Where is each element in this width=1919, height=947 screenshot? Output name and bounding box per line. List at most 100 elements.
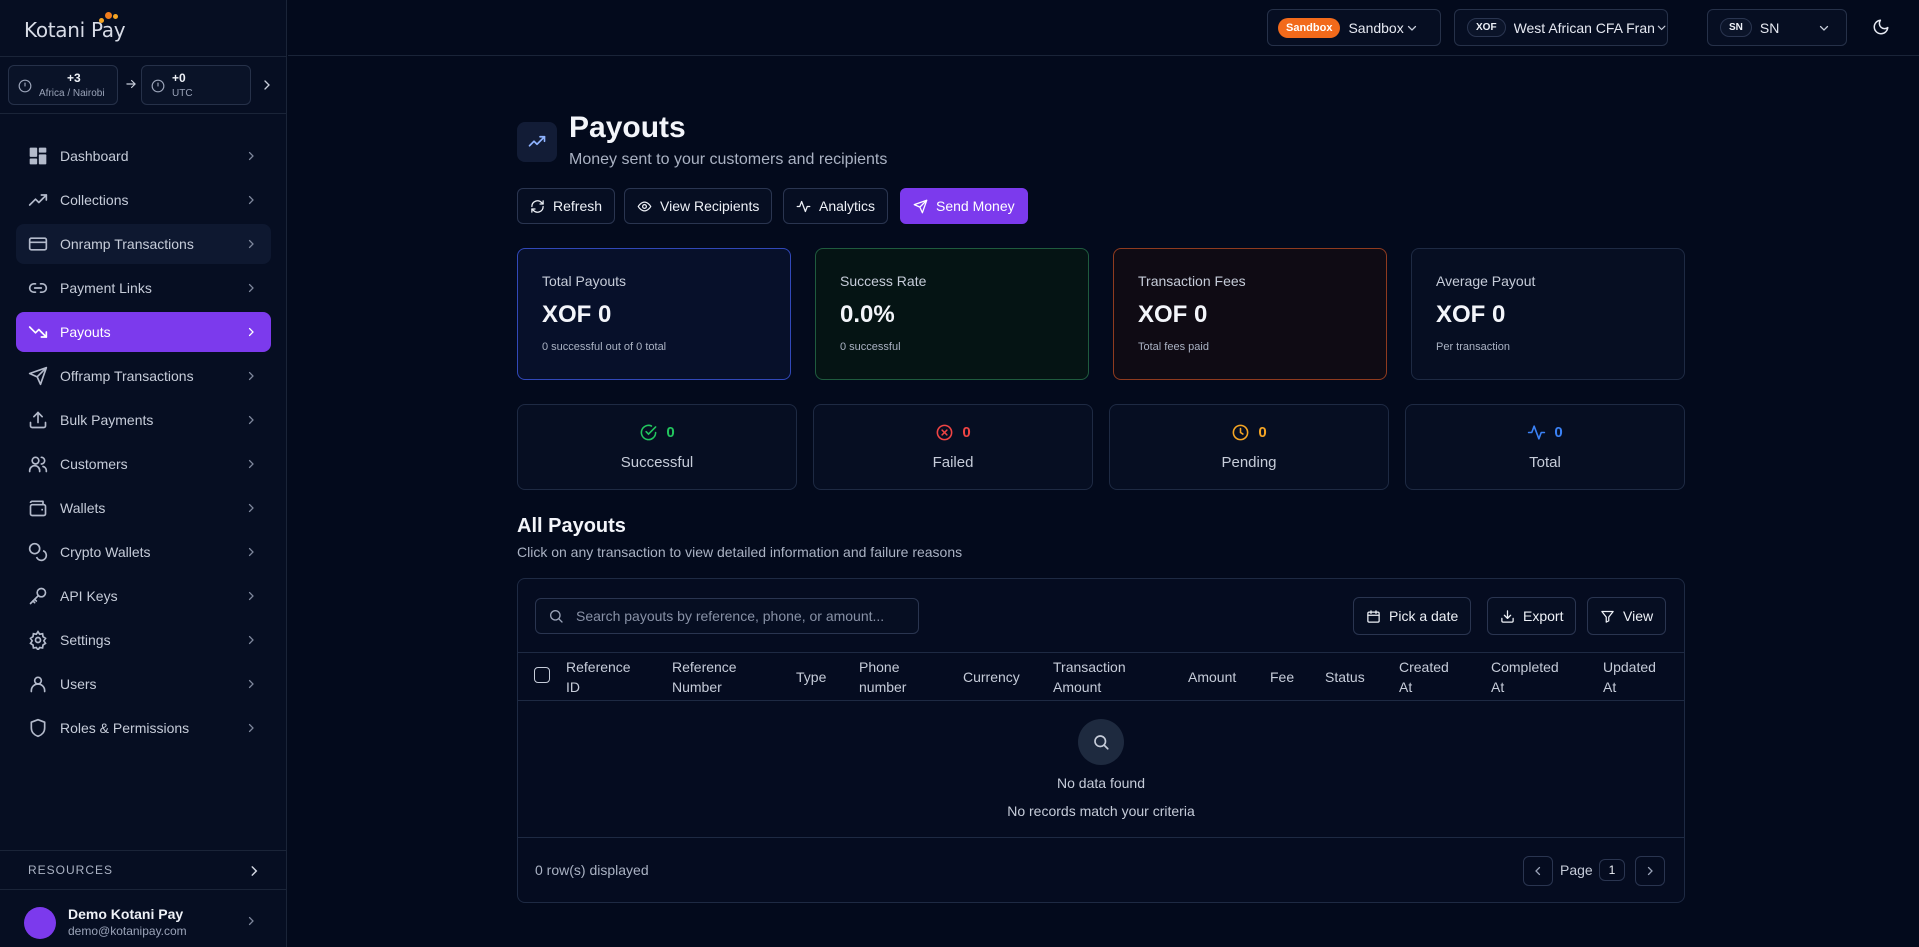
chevron-right-icon [245, 915, 257, 927]
chevron-right-icon[interactable] [259, 77, 275, 93]
sidebar-item-label: Payment Links [60, 280, 152, 296]
column-header-phone-number[interactable]: Phone number [859, 657, 906, 697]
pick-date-button[interactable]: Pick a date [1353, 597, 1472, 635]
stat-card-success-rate: Success Rate 0.0% 0 successful [815, 248, 1089, 380]
sidebar-item-customers[interactable]: Customers [16, 444, 271, 484]
payouts-table-card: Pick a date Export View ReferenceID Refe… [517, 578, 1685, 903]
resources-toggle[interactable]: RESOURCES [0, 850, 287, 890]
arrow-right-icon [124, 77, 138, 91]
send-icon [913, 199, 928, 214]
stat-value: XOF 0 [1138, 301, 1208, 328]
sidebar-item-payment-links[interactable]: Payment Links [16, 268, 271, 308]
stat-value: 0.0% [840, 301, 895, 328]
view-button[interactable]: View [1587, 597, 1667, 635]
search-input[interactable] [576, 608, 906, 624]
send-icon [28, 366, 48, 386]
stat-note: Total fees paid [1138, 341, 1209, 353]
section-title: All Payouts [517, 515, 626, 537]
sidebar-item-label: Onramp Transactions [60, 236, 194, 252]
clock-icon [18, 79, 32, 93]
sidebar-item-wallets[interactable]: Wallets [16, 488, 271, 528]
column-header-completed-at[interactable]: Completed At [1491, 657, 1559, 697]
sidebar-item-offramp-transactions[interactable]: Offramp Transactions [16, 356, 271, 396]
sidebar-item-settings[interactable]: Settings [16, 620, 271, 660]
count-label: Successful [620, 454, 694, 471]
sidebar-item-collections[interactable]: Collections [16, 180, 271, 220]
count-value: 0 [1258, 424, 1267, 441]
calendar-icon [1366, 609, 1381, 624]
count-card-total: 0 Total [1405, 404, 1685, 490]
select-all-checkbox[interactable] [534, 667, 550, 683]
environment-badge: Sandbox [1278, 17, 1341, 38]
column-header-type[interactable]: Type [796, 667, 826, 687]
chevron-left-icon[interactable] [1523, 856, 1553, 886]
chevron-right-icon [245, 546, 257, 558]
chevron-right-icon [245, 238, 257, 250]
sidebar-item-bulk-payments[interactable]: Bulk Payments [16, 400, 271, 440]
kotani-pay-logo[interactable]: Kotani Pay [24, 12, 126, 42]
chevron-right-icon[interactable] [1635, 856, 1665, 886]
pick-date-label: Pick a date [1389, 608, 1459, 624]
filter-icon [1600, 609, 1615, 624]
column-header-updated-at[interactable]: Updated At [1603, 657, 1656, 697]
sidebar-item-payouts[interactable]: Payouts [16, 312, 271, 352]
table-footer: 0 row(s) displayed Page 1 [518, 837, 1684, 903]
page-number[interactable]: 1 [1599, 859, 1625, 881]
view-label: View [1623, 608, 1654, 624]
stat-label: Total Payouts [542, 273, 627, 289]
column-header-currency[interactable]: Currency [963, 667, 1020, 687]
user-menu[interactable]: Demo Kotani Pay demo@kotanipay.com [0, 891, 287, 947]
column-header-transaction-amount[interactable]: Transaction Amount [1053, 657, 1126, 697]
count-label: Failed [932, 454, 974, 471]
moon-icon[interactable] [1872, 18, 1890, 36]
eye-icon [637, 199, 652, 214]
country-select[interactable]: SN SN [1707, 9, 1847, 46]
table-header: Reference ID Reference Number Type Phone nu… [518, 652, 1684, 701]
send-money-button[interactable]: Send Money [900, 188, 1028, 224]
country-label: SN [1759, 19, 1780, 36]
sidebar-item-users[interactable]: Users [16, 664, 271, 704]
column-header-created-at[interactable]: Created At [1399, 657, 1449, 697]
sidebar-item-label: Crypto Wallets [60, 544, 151, 560]
count-label: Pending [1221, 454, 1277, 471]
currency-select[interactable]: XOF West African CFA Franc [1454, 9, 1668, 46]
view-recipients-label: View Recipients [660, 198, 760, 214]
column-header-reference-id[interactable]: Reference ID [566, 657, 631, 697]
chevron-right-icon [245, 150, 257, 162]
export-button[interactable]: Export [1487, 597, 1577, 635]
stat-label: Success Rate [840, 273, 927, 289]
timezone-from[interactable]: +3 Africa / Nairobi [8, 65, 118, 105]
column-header-fee[interactable]: Fee [1270, 667, 1294, 687]
credit-card-icon [28, 234, 48, 254]
chevron-down-icon [1656, 22, 1667, 34]
count-card-pending: 0 Pending [1109, 404, 1389, 490]
sidebar-item-label: Users [60, 676, 97, 692]
column-header-status[interactable]: Status [1325, 667, 1365, 687]
analytics-button[interactable]: Analytics [783, 188, 889, 224]
refresh-button[interactable]: Refresh [517, 188, 616, 224]
sidebar-item-label: Payouts [60, 324, 111, 340]
chevron-right-icon [245, 414, 257, 426]
refresh-icon [530, 199, 545, 214]
sidebar-item-label: Offramp Transactions [60, 368, 194, 384]
sidebar: Kotani Pay +3 Africa / Nairobi +0 UTC Da… [0, 0, 287, 947]
trending-up-icon [517, 122, 557, 162]
view-recipients-button[interactable]: View Recipients [624, 188, 773, 224]
timezone-to[interactable]: +0 UTC [141, 65, 251, 105]
sidebar-item-onramp-transactions[interactable]: Onramp Transactions [16, 224, 271, 264]
currency-code: XOF [1467, 18, 1506, 37]
chevron-right-icon [247, 864, 261, 878]
search-box[interactable] [535, 598, 919, 634]
sidebar-item-crypto-wallets[interactable]: Crypto Wallets [16, 532, 271, 572]
column-header-reference-number[interactable]: Reference Number [672, 657, 737, 697]
empty-state-subtitle: No records match your criteria [1007, 803, 1195, 819]
count-value: 0 [962, 424, 971, 441]
sidebar-item-api-keys[interactable]: API Keys [16, 576, 271, 616]
stat-note: 0 successful [840, 341, 901, 353]
activity-icon [796, 199, 811, 214]
sidebar-item-dashboard[interactable]: Dashboard [16, 136, 271, 176]
column-header-amount[interactable]: Amount [1188, 667, 1236, 687]
environment-select[interactable]: Sandbox Sandbox [1267, 9, 1441, 46]
sidebar-item-roles-permissions[interactable]: Roles & Permissions [16, 708, 271, 748]
chevron-right-icon [245, 590, 257, 602]
